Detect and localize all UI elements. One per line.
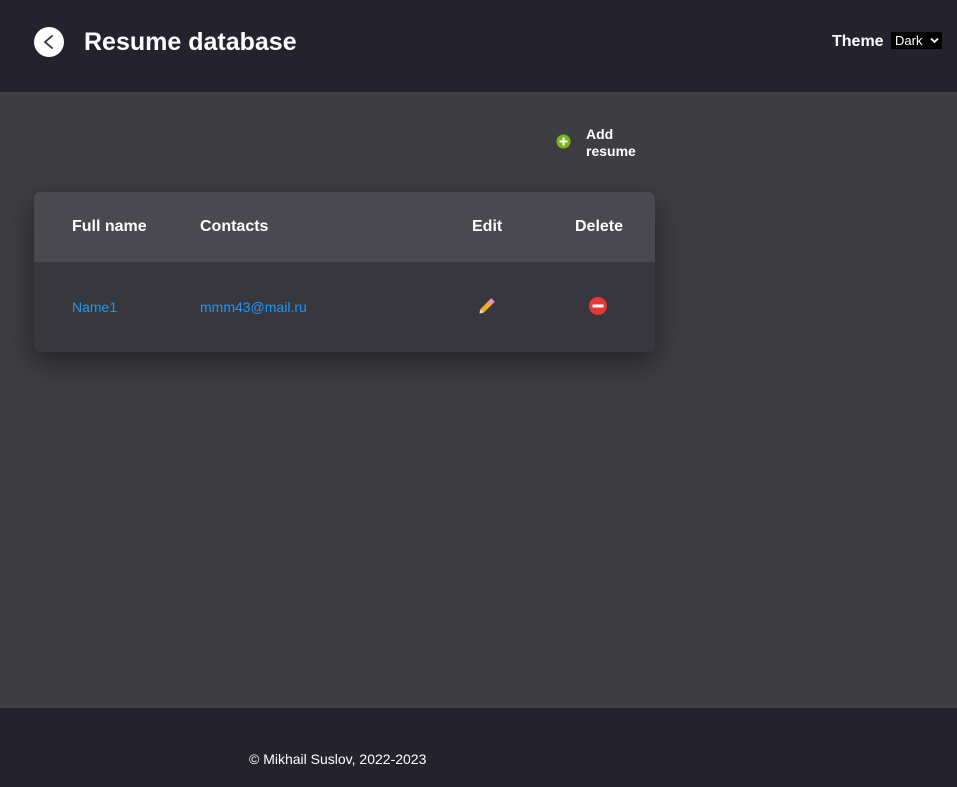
copyright-text: © Mikhail Suslov, 2022-2023 — [249, 751, 427, 767]
app-header: Resume database Theme Dark — [0, 0, 957, 92]
column-header-delete: Delete — [575, 218, 624, 235]
table-header: Full name Contacts Edit Delete — [34, 192, 655, 262]
page-title: Resume database — [84, 28, 297, 56]
plus-circle-icon — [556, 134, 571, 149]
contacts-link[interactable]: mmm43@mail.ru — [200, 299, 307, 315]
column-header-edit: Edit — [472, 218, 503, 235]
theme-select-value: Dark — [895, 33, 923, 48]
full-name-link[interactable]: Name1 — [72, 299, 117, 315]
chevron-left-icon — [44, 35, 53, 49]
pencil-icon — [478, 298, 495, 315]
edit-button[interactable] — [475, 296, 497, 318]
delete-button[interactable] — [588, 296, 608, 316]
column-header-full-name: Full name — [72, 218, 147, 235]
column-header-contacts: Contacts — [200, 218, 269, 235]
app-footer: © Mikhail Suslov, 2022-2023 — [0, 708, 957, 787]
chevron-down-icon — [930, 37, 939, 44]
add-resume-label: Add resume — [586, 126, 636, 159]
back-button[interactable] — [34, 27, 64, 57]
add-resume-button[interactable]: Add resume — [556, 126, 656, 162]
table-row: Name1 mmm43@mail.ru — [34, 262, 655, 352]
resume-table: Full name Contacts Edit Delete Name1 mmm… — [34, 192, 655, 352]
no-entry-icon — [589, 297, 607, 315]
theme-label: Theme — [832, 33, 884, 50]
theme-select[interactable]: Dark — [891, 32, 942, 49]
